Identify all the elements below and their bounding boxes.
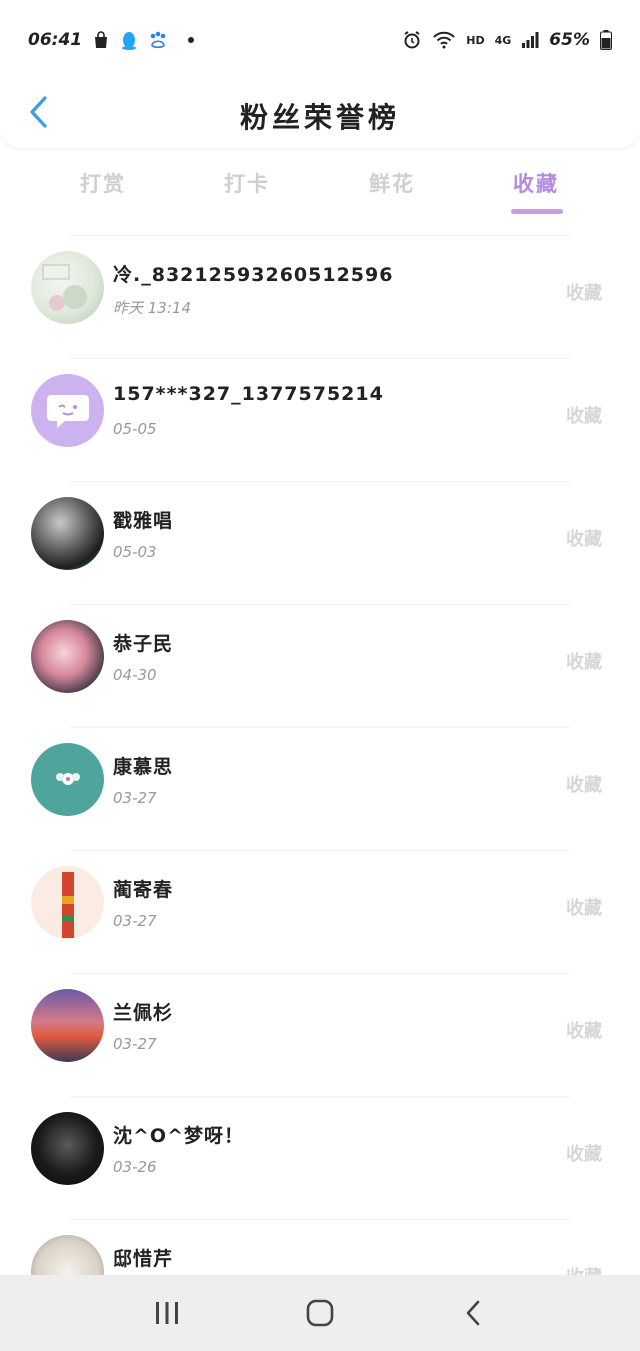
chat-bubble-icon (46, 394, 89, 428)
timestamp: 03-27 (113, 1035, 157, 1053)
user-name: 沈^O^梦呀！ (113, 1125, 244, 1147)
recent-apps-icon (155, 1302, 178, 1324)
timestamp: 05-03 (113, 543, 157, 561)
status-left: 06:41 (28, 30, 195, 50)
status-bar: 06:41 HD 4G 65% (0, 0, 640, 80)
hd-badge: HD (466, 33, 485, 47)
system-nav-bar (0, 1275, 640, 1351)
list-item[interactable]: 157***327_1377575214 05-05 收藏 (0, 359, 640, 482)
timestamp: 05-05 (113, 420, 157, 438)
tab-favorites[interactable]: 收藏 (513, 168, 559, 198)
user-name: 冷._83212593260512596 (113, 264, 394, 286)
baidu-paw-icon (148, 30, 168, 50)
timestamp: 昨天 13:14 (113, 299, 191, 317)
user-name: 恭子民 (113, 633, 174, 655)
favorite-label: 收藏 (566, 283, 602, 304)
tab-flowers[interactable]: 鲜花 (369, 168, 415, 198)
user-name: 兰佩杉 (113, 1002, 174, 1024)
page-title: 粉丝荣誉榜 (239, 101, 400, 134)
nav-back-button[interactable] (443, 1283, 503, 1343)
user-name: 蔺寄春 (113, 879, 174, 901)
timestamp: 03-27 (113, 912, 157, 930)
user-name: 戳雅唱 (113, 510, 174, 532)
favorite-label: 收藏 (566, 1144, 602, 1165)
timestamp: 04-30 (113, 666, 157, 684)
fan-list: 冷._83212593260512596 昨天 13:14 收藏 157***3… (0, 236, 640, 1343)
favorite-label: 收藏 (566, 406, 602, 427)
tab-bar: 打赏 打卡 鲜花 收藏 (0, 160, 640, 220)
user-name: 邸惜芹 (113, 1248, 174, 1270)
avatar (31, 743, 104, 816)
home-icon (306, 1299, 334, 1327)
qq-penguin-icon (120, 30, 138, 50)
avatar (31, 251, 104, 324)
top-app-bar: 粉丝荣誉榜 (0, 80, 640, 148)
battery-icon (600, 30, 612, 50)
timestamp: 03-26 (113, 1158, 157, 1176)
list-item[interactable]: 恭子民 04-30 收藏 (0, 605, 640, 728)
network-type-label: 4G (494, 33, 512, 47)
avatar (31, 497, 104, 570)
shopping-bag-icon (92, 31, 110, 49)
avatar (31, 374, 104, 447)
favorite-label: 收藏 (566, 898, 602, 919)
avatar (31, 989, 104, 1062)
status-right: HD 4G 65% (402, 30, 612, 50)
battery-percent: 65% (549, 30, 590, 50)
list-item[interactable]: 戳雅唱 05-03 收藏 (0, 482, 640, 605)
tab-tips[interactable]: 打赏 (80, 168, 126, 198)
timestamp: 03-27 (113, 789, 157, 807)
signal-bars-icon (521, 32, 539, 48)
user-name: 康慕思 (113, 756, 174, 778)
wifi-icon (432, 31, 456, 49)
avatar (31, 1112, 104, 1185)
status-time: 06:41 (28, 30, 83, 50)
back-icon (467, 1300, 480, 1326)
favorite-label: 收藏 (566, 1021, 602, 1042)
list-item[interactable]: 沈^O^梦呀！ 03-26 收藏 (0, 1097, 640, 1220)
favorite-label: 收藏 (566, 652, 602, 673)
favorite-label: 收藏 (566, 775, 602, 796)
list-item[interactable]: 蔺寄春 03-27 收藏 (0, 851, 640, 974)
recent-apps-button[interactable] (137, 1283, 197, 1343)
notification-dot-icon (188, 37, 195, 43)
avatar (31, 866, 104, 939)
tab-checkin[interactable]: 打卡 (224, 168, 270, 198)
home-button[interactable] (290, 1283, 350, 1343)
list-item[interactable]: 冷._83212593260512596 昨天 13:14 收藏 (0, 236, 640, 359)
list-item[interactable]: 康慕思 03-27 收藏 (0, 728, 640, 851)
alarm-clock-icon (402, 30, 422, 50)
favorite-label: 收藏 (566, 529, 602, 550)
user-name: 157***327_1377575214 (113, 383, 384, 405)
list-item[interactable]: 兰佩杉 03-27 收藏 (0, 974, 640, 1097)
active-tab-indicator (511, 209, 563, 214)
avatar (31, 620, 104, 693)
